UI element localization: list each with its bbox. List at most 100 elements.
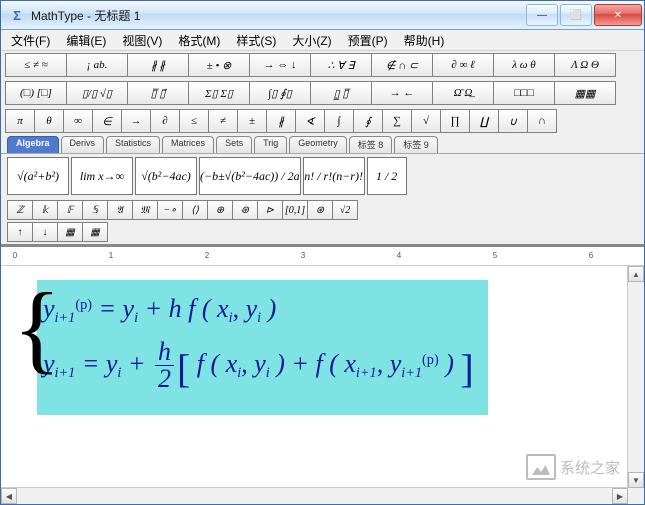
sym-sum[interactable]: ∑ [382, 109, 412, 133]
vscroll-track[interactable] [628, 282, 644, 472]
eq1-plus: + [138, 294, 169, 323]
sym-coprod[interactable]: ∐ [469, 109, 499, 133]
horizontal-scrollbar[interactable]: ◀ ▶ [1, 487, 628, 504]
palette-set-theory[interactable]: ∉ ∩ ⊂ [371, 53, 433, 77]
palette-relational[interactable]: ≤ ≠ ≈ [5, 53, 67, 77]
sym-S[interactable]: 𝕊 [82, 200, 108, 220]
scroll-right-icon[interactable]: ▶ [612, 488, 628, 504]
tmpl-labeled-arrows[interactable]: → ← [371, 81, 433, 105]
close-button[interactable]: ✕ [594, 4, 642, 26]
tab-label9[interactable]: 标签 9 [394, 136, 438, 153]
tmpl-integrals[interactable]: ∫▯ ∮▯ [249, 81, 311, 105]
sym-interval[interactable]: [0,1] [282, 200, 308, 220]
tmpl-quadratic[interactable]: (−b±√(b²−4ac)) / 2a [199, 157, 301, 195]
nav-grid1-icon[interactable]: ▦ [57, 222, 83, 242]
tmpl-limit[interactable]: lim x→∞ [71, 157, 133, 195]
sym-int[interactable]: ∫ [324, 109, 354, 133]
minimize-button[interactable]: — [526, 4, 558, 26]
palette-misc[interactable]: ∂ ∞ ℓ [432, 53, 494, 77]
sym-ne[interactable]: ≠ [208, 109, 238, 133]
sym-angle2[interactable]: ⟨⟩ [182, 200, 208, 220]
sym-frakA[interactable]: 𝔄 [107, 200, 133, 220]
sym-pm[interactable]: ± [237, 109, 267, 133]
scroll-up-icon[interactable]: ▲ [628, 266, 644, 282]
menu-view[interactable]: 视图(V) [116, 30, 168, 51]
sym-cap[interactable]: ∩ [527, 109, 557, 133]
sym-to[interactable]: → [121, 109, 151, 133]
sym-otimes[interactable]: ⊛ [232, 200, 258, 220]
palette-greek-upper[interactable]: Λ Ω Θ [554, 53, 616, 77]
tmpl-overbar[interactable]: ▯̅ ▯⃗ [127, 81, 189, 105]
sym-oint[interactable]: ∮ [353, 109, 383, 133]
palette-arrows[interactable]: → ⇔ ↓ [249, 53, 311, 77]
palette-logical[interactable]: ∴ ∀ ∃ [310, 53, 372, 77]
tmpl-products[interactable]: Ω̄ Ω̲ [432, 81, 494, 105]
sym-Z[interactable]: ℤ [7, 200, 33, 220]
menu-format[interactable]: 格式(M) [172, 30, 226, 51]
sym-in[interactable]: ∈ [92, 109, 122, 133]
tab-algebra[interactable]: Algebra [7, 136, 59, 153]
sym-sqrt2[interactable]: √2 [332, 200, 358, 220]
sym-pi[interactable]: π [5, 109, 35, 133]
equation-body[interactable]: yi+1(p) = yi + h f ( xi, yi ) yi+1 = yi … [37, 280, 488, 415]
vertical-scrollbar[interactable]: ▲ ▼ [627, 266, 644, 488]
sym-neg-compose[interactable]: −∘ [157, 200, 183, 220]
tmpl-underover[interactable]: ▯̲ ▯̅ [310, 81, 372, 105]
tab-sets[interactable]: Sets [216, 136, 252, 153]
sym-parallel[interactable]: ∦ [266, 109, 296, 133]
menu-size[interactable]: 大小(Z) [286, 30, 337, 51]
tab-derivs[interactable]: Derivs [61, 136, 105, 153]
tab-geometry[interactable]: Geometry [289, 136, 347, 153]
scroll-down-icon[interactable]: ▼ [628, 472, 644, 488]
nav-down-icon[interactable]: ↓ [32, 222, 58, 242]
nav-grid2-icon[interactable]: ▦ [82, 222, 108, 242]
palette-greek-lower[interactable]: λ ω θ [493, 53, 555, 77]
tmpl-sums[interactable]: Σ▯ Σ▯ [188, 81, 250, 105]
sym-prod[interactable]: ∏ [440, 109, 470, 133]
tab-matrices[interactable]: Matrices [162, 136, 214, 153]
sym-sqrt[interactable]: √ [411, 109, 441, 133]
eq2-y2: y [106, 349, 118, 378]
watermark-logo-icon [526, 454, 556, 480]
menu-edit[interactable]: 编辑(E) [60, 30, 112, 51]
tmpl-pythag[interactable]: √(a²+b²) [7, 157, 69, 195]
scroll-left-icon[interactable]: ◀ [1, 488, 17, 504]
sym-tri[interactable]: ⊳ [257, 200, 283, 220]
sym-oplus[interactable]: ⊕ [207, 200, 233, 220]
menu-bar: 文件(F) 编辑(E) 视图(V) 格式(M) 样式(S) 大小(Z) 预置(P… [1, 30, 644, 51]
eq2-x2: x [344, 349, 356, 378]
sym-le[interactable]: ≤ [179, 109, 209, 133]
palette-embellish[interactable]: ∦ ∦ [127, 53, 189, 77]
menu-style[interactable]: 样式(S) [230, 30, 282, 51]
tmpl-discr[interactable]: √(b²−4ac) [135, 157, 197, 195]
maximize-button[interactable]: ⬜ [560, 4, 592, 26]
eq2-p2c: ) [439, 349, 461, 378]
sym-angle[interactable]: ∢ [295, 109, 325, 133]
tmpl-matrices[interactable]: □□□ [493, 81, 555, 105]
tmpl-half[interactable]: 1 / 2 [367, 157, 407, 195]
tmpl-fences[interactable]: (□) [□] [5, 81, 67, 105]
sym-k[interactable]: 𝕜 [32, 200, 58, 220]
menu-prefs[interactable]: 预置(P) [342, 30, 394, 51]
sym-circstar[interactable]: ⊛ [307, 200, 333, 220]
tmpl-boxes[interactable]: ▦▦ [554, 81, 616, 105]
tiny-nav-row: ↑ ↓ ▦ ▦ [1, 222, 644, 244]
tab-statistics[interactable]: Statistics [106, 136, 160, 153]
tab-label8[interactable]: 标签 8 [349, 136, 393, 153]
palette-operators[interactable]: ± • ⊗ [188, 53, 250, 77]
tmpl-binom[interactable]: n! / r!(n−r)! [303, 157, 365, 195]
sym-infty[interactable]: ∞ [63, 109, 93, 133]
sym-frakM[interactable]: 𝔐 [132, 200, 158, 220]
watermark: 系统之家 [526, 454, 620, 480]
sym-theta[interactable]: θ [34, 109, 64, 133]
sym-F[interactable]: 𝔽 [57, 200, 83, 220]
tab-trig[interactable]: Trig [254, 136, 287, 153]
menu-help[interactable]: 帮助(H) [398, 30, 451, 51]
sym-cup[interactable]: ∪ [498, 109, 528, 133]
nav-up-icon[interactable]: ↑ [7, 222, 33, 242]
palette-spaces[interactable]: ¡ ab. [66, 53, 128, 77]
tmpl-fractions[interactable]: ▯/▯ √▯ [66, 81, 128, 105]
hscroll-track[interactable] [17, 488, 612, 504]
menu-file[interactable]: 文件(F) [5, 30, 56, 51]
sym-partial[interactable]: ∂ [150, 109, 180, 133]
